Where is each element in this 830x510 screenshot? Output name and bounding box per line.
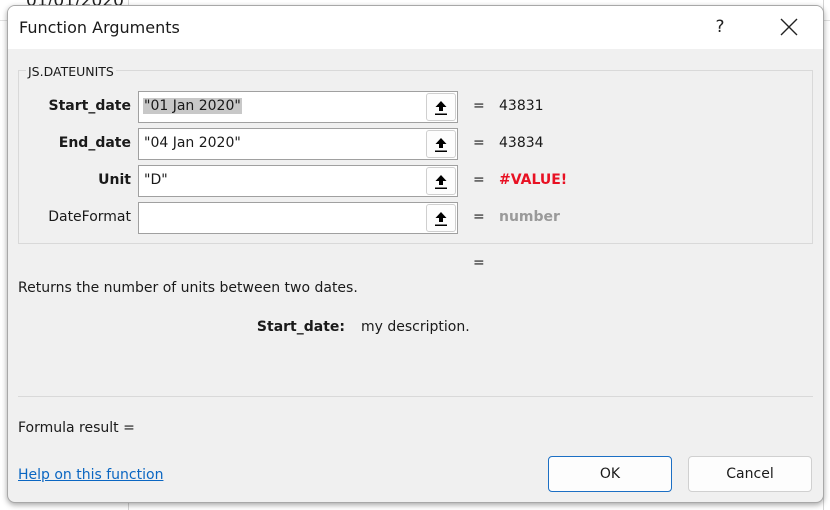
argument-label: End_date [58, 135, 131, 151]
collapse-dialog-button[interactable] [426, 93, 456, 121]
divider [18, 396, 813, 397]
help-button[interactable]: ? [708, 14, 732, 40]
argument-row-start-date: Start_date "01 Jan 2020" = 43831 [18, 91, 798, 123]
argument-type-hint: number [499, 209, 560, 225]
argument-result-error: #VALUE! [499, 172, 568, 188]
ok-button[interactable]: OK [548, 456, 672, 492]
upload-arrow-icon [435, 138, 447, 152]
input-value: "04 Jan 2020" [144, 135, 241, 151]
end-date-input[interactable]: "04 Jan 2020" [138, 128, 458, 160]
argument-label: Unit [98, 172, 131, 188]
date-format-input[interactable] [138, 202, 458, 234]
equals-sign: = [473, 135, 485, 151]
argument-result: 43831 [499, 98, 544, 114]
title-bar[interactable]: Function Arguments ? [8, 6, 823, 49]
argument-row-end-date: End_date "04 Jan 2020" = 43834 [18, 128, 798, 160]
equals-sign: = [473, 98, 485, 114]
collapse-dialog-button[interactable] [426, 167, 456, 195]
dialog-title: Function Arguments [19, 18, 180, 37]
overall-equals-sign: = [473, 255, 485, 271]
input-value: "D" [144, 172, 168, 188]
cancel-button[interactable]: Cancel [688, 456, 812, 492]
argument-description-name: Start_date: [256, 319, 345, 335]
argument-label: Start_date [48, 98, 131, 114]
collapse-dialog-button[interactable] [426, 130, 456, 158]
upload-arrow-icon [435, 101, 447, 115]
close-button[interactable] [773, 14, 805, 40]
argument-row-date-format: DateFormat = number [18, 202, 798, 234]
unit-input[interactable]: "D" [138, 165, 458, 197]
upload-arrow-icon [435, 212, 447, 226]
start-date-input[interactable]: "01 Jan 2020" [138, 91, 458, 123]
formula-result-label: Formula result = [18, 420, 135, 436]
function-arguments-dialog: Function Arguments ? JS.DATEUNITS Start_… [7, 5, 824, 503]
close-icon [780, 18, 798, 36]
collapse-dialog-button[interactable] [426, 204, 456, 232]
argument-label: DateFormat [48, 209, 131, 225]
function-description: Returns the number of units between two … [18, 280, 358, 296]
input-value: "01 Jan 2020" [143, 98, 242, 114]
equals-sign: = [473, 209, 485, 225]
argument-result: 43834 [499, 135, 544, 151]
argument-description-text: my description. [361, 319, 470, 335]
equals-sign: = [473, 172, 485, 188]
upload-arrow-icon [435, 175, 447, 189]
argument-row-unit: Unit "D" = #VALUE! [18, 165, 798, 197]
function-name: JS.DATEUNITS [26, 64, 116, 79]
help-on-function-link[interactable]: Help on this function [18, 467, 163, 483]
